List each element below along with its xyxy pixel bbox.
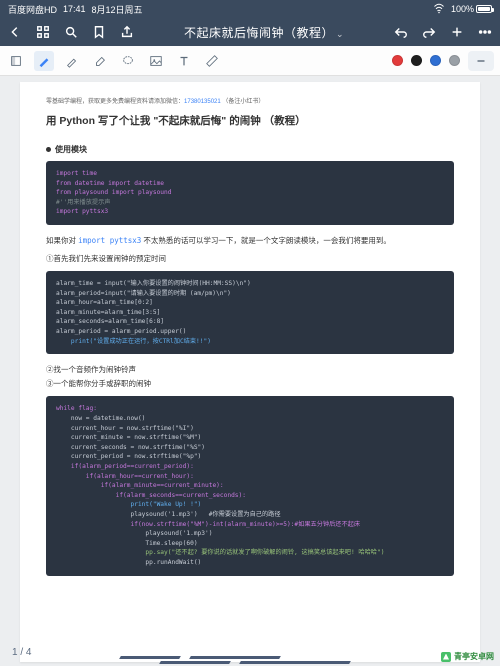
grid-icon[interactable] (34, 23, 52, 41)
code-block-1: import time from datetime import datetim… (46, 161, 454, 225)
minimize-tool-icon[interactable] (468, 51, 494, 71)
section-title-1: 使用模块 (46, 144, 454, 155)
back-button[interactable] (6, 23, 24, 41)
step-3: ③一个能帮你分手或辞职的闹钟 (46, 378, 454, 390)
battery-indicator: 100% (451, 4, 492, 14)
ruler-tool-icon[interactable] (202, 51, 222, 71)
bookmark-icon[interactable] (90, 23, 108, 41)
code-block-3: while flag: now = datetime.now() current… (46, 396, 454, 575)
doc-meta: 零基础学编程，获取更多免费编程资料请添加微信：17380135021 （备注小红… (46, 96, 454, 105)
status-right: 100% (433, 2, 492, 16)
tab-tool-icon[interactable] (6, 51, 26, 71)
document-page: 零基础学编程，获取更多免费编程资料请添加微信：17380135021 （备注小红… (20, 82, 480, 662)
doc-heading: 用 Python 写了个让我 "不起床就后悔" 的闹钟 （教程） (46, 113, 454, 128)
more-icon[interactable] (476, 23, 494, 41)
text-tool-icon[interactable] (174, 51, 194, 71)
title-bar: 不起床就后悔闹钟（教程）⌄ (0, 18, 500, 46)
step-2: ②找一个音频作为闹钟铃声 (46, 364, 454, 376)
color-black[interactable] (411, 55, 422, 66)
highlighter-tool-icon[interactable] (62, 51, 82, 71)
color-gray[interactable] (449, 55, 460, 66)
color-red[interactable] (392, 55, 403, 66)
add-button[interactable] (448, 23, 466, 41)
status-left: 百度网盘HD 17:41 8月12日周五 (8, 3, 143, 16)
watermark-icon (441, 652, 451, 662)
document-title: 不起床就后悔闹钟（教程）⌄ (136, 24, 392, 41)
battery-pct: 100% (451, 4, 474, 14)
wifi-icon (433, 2, 445, 16)
page-viewport[interactable]: 零基础学编程，获取更多免费编程资料请添加微信：17380135021 （备注小红… (0, 76, 500, 666)
color-blue[interactable] (430, 55, 441, 66)
titlebar-left (6, 23, 136, 41)
step-1: ①首先我们先来设置闹钟的预定时间 (46, 253, 454, 265)
status-date: 8月12日周五 (92, 3, 143, 16)
watermark: 青亭安卓网 (441, 651, 494, 662)
undo-button[interactable] (392, 23, 410, 41)
eraser-tool-icon[interactable] (90, 51, 110, 71)
page-number: 1 / 4 (12, 647, 31, 658)
lasso-tool-icon[interactable] (118, 51, 138, 71)
pen-tool-icon[interactable] (34, 51, 54, 71)
app-name: 百度网盘HD (8, 3, 57, 16)
search-icon[interactable] (62, 23, 80, 41)
redo-button[interactable] (420, 23, 438, 41)
status-bar: 百度网盘HD 17:41 8月12日周五 100% (0, 0, 500, 18)
image-tool-icon[interactable] (146, 51, 166, 71)
code-block-2: alarm_time = input("输入你要设置的闹钟时间(HH:MM:SS… (46, 271, 454, 354)
battery-icon (476, 5, 492, 13)
paragraph-1: 如果你对 import pyttsx3 不太熟悉的话可以学习一下，就是一个文字朗… (46, 235, 454, 247)
titlebar-right (392, 23, 494, 41)
annotation-toolbar (0, 46, 500, 76)
status-time: 17:41 (63, 4, 86, 14)
share-icon[interactable] (118, 23, 136, 41)
